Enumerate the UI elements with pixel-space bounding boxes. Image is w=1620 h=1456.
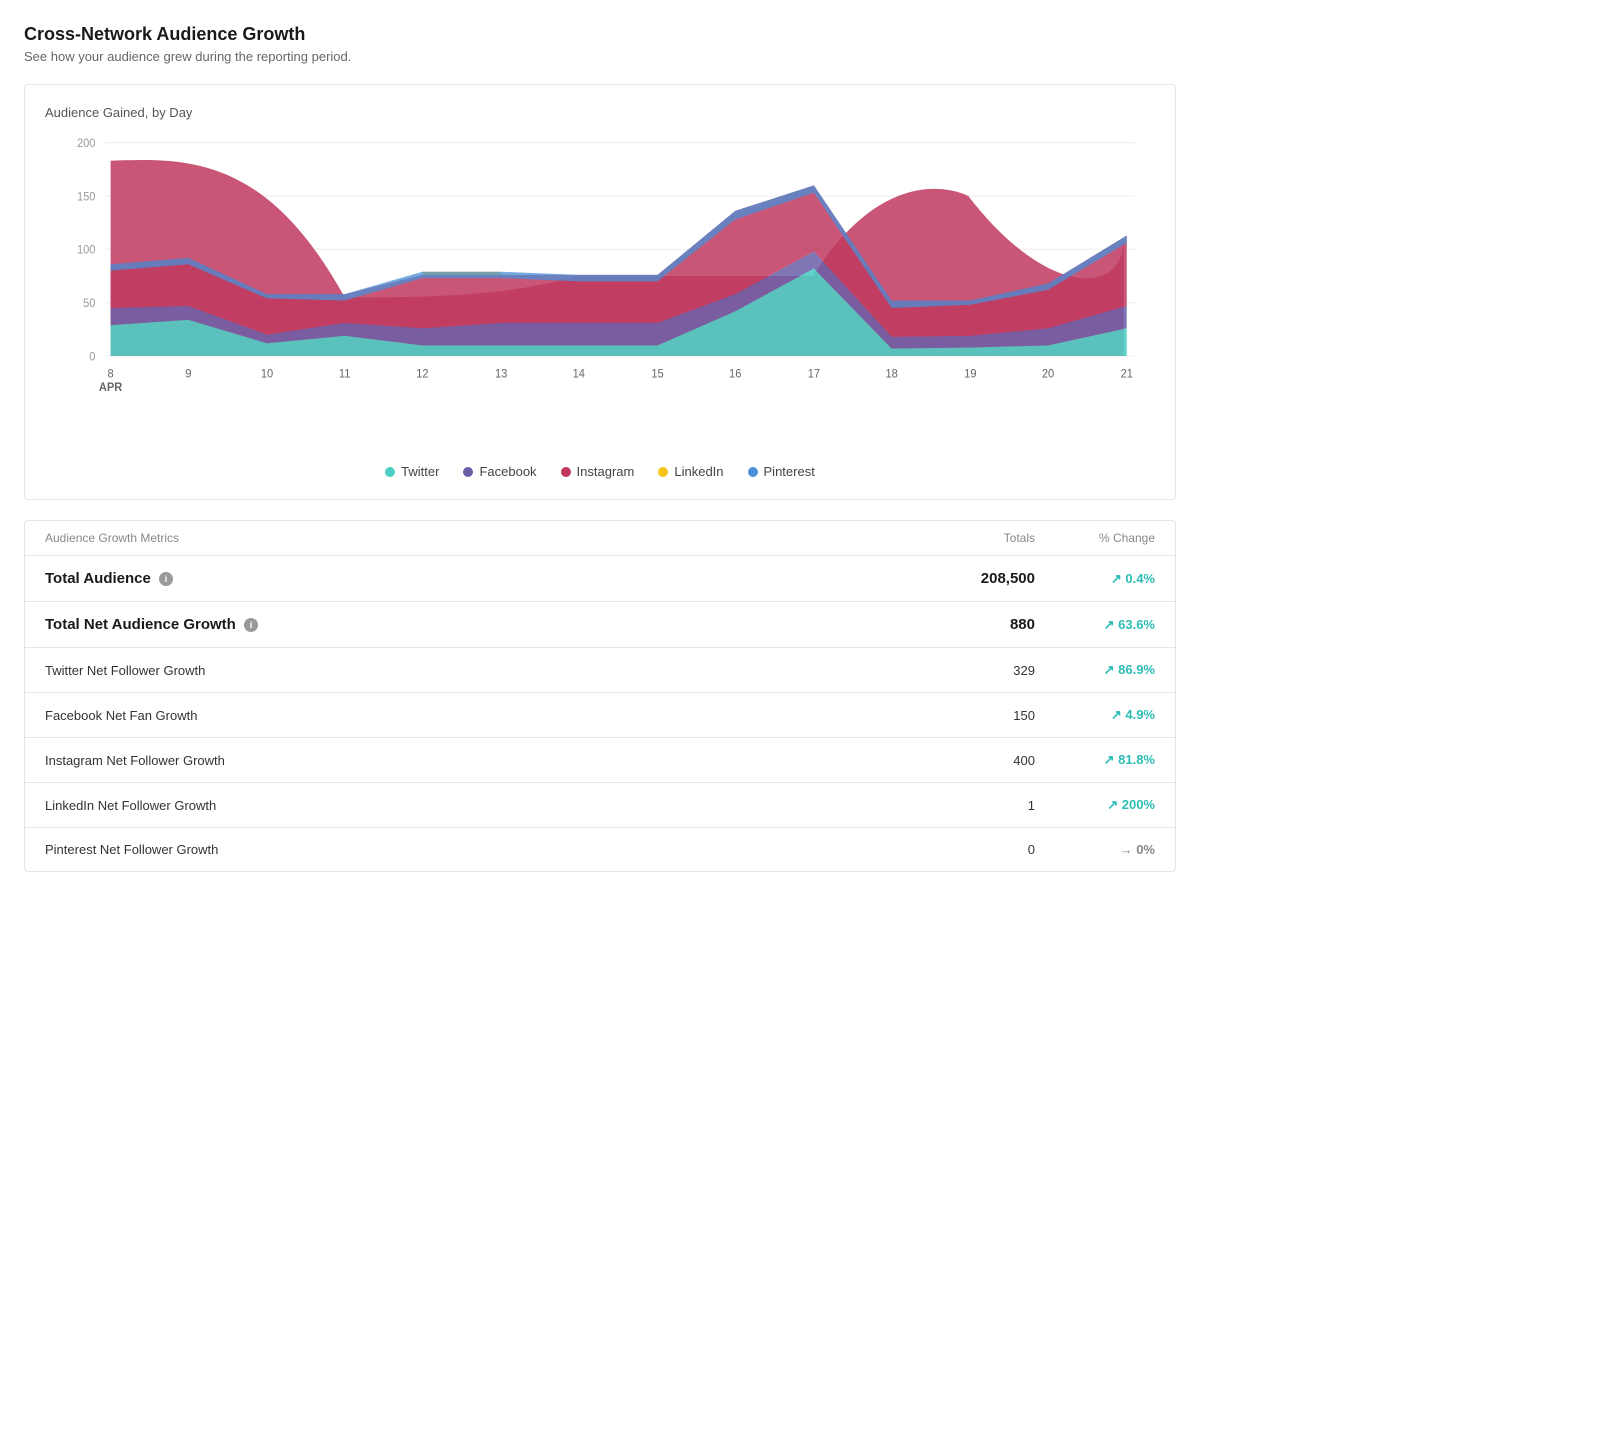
svg-text:50: 50 [83,298,95,310]
header-label: Audience Growth Metrics [45,531,915,545]
svg-text:17: 17 [808,368,820,380]
header-change: % Change [1035,531,1155,545]
row-twitter: Twitter Net Follower Growth 329 ↗ 86.9% [25,648,1175,693]
row-total-value-4: 400 [915,753,1035,768]
chart-y-label: Audience Gained, by Day [45,105,1155,120]
chart-legend: Twitter Facebook Instagram LinkedIn Pint… [45,464,1155,479]
row-change-6: → 0% [1035,842,1155,857]
legend-pinterest: Pinterest [748,464,815,479]
legend-facebook: Facebook [463,464,536,479]
row-total-value-5: 1 [915,798,1035,813]
svg-text:18: 18 [885,368,897,380]
row-change-1: ↗ 63.6% [1035,617,1155,633]
row-label-pinterest: Pinterest Net Follower Growth [45,842,915,857]
row-total-value-3: 150 [915,708,1035,723]
page-title: Cross-Network Audience Growth [24,24,1176,45]
svg-text:11: 11 [339,368,351,380]
metrics-table-header: Audience Growth Metrics Totals % Change [25,521,1175,556]
row-label-instagram: Instagram Net Follower Growth [45,753,915,768]
svg-text:10: 10 [261,368,273,380]
row-total-net-growth: Total Net Audience Growth i 880 ↗ 63.6% [25,602,1175,648]
row-total-value-6: 0 [915,842,1035,857]
row-label-twitter: Twitter Net Follower Growth [45,663,915,678]
svg-text:16: 16 [729,368,741,380]
header-totals: Totals [915,531,1035,545]
row-label-total-net-growth: Total Net Audience Growth i [45,616,915,633]
svg-text:19: 19 [964,368,976,380]
info-icon-net-growth: i [244,618,258,632]
row-instagram: Instagram Net Follower Growth 400 ↗ 81.8… [25,738,1175,783]
row-total-value-0: 208,500 [915,570,1035,587]
row-label-linkedin: LinkedIn Net Follower Growth [45,798,915,813]
row-label-total-audience: Total Audience i [45,570,915,587]
info-icon-total-audience: i [159,572,173,586]
row-change-3: ↗ 4.9% [1035,707,1155,723]
legend-linkedin: LinkedIn [658,464,723,479]
svg-text:200: 200 [77,138,95,150]
svg-text:20: 20 [1042,368,1054,380]
legend-twitter: Twitter [385,464,439,479]
chart-container: 200 150 100 50 0 [45,132,1155,452]
row-total-audience: Total Audience i 208,500 ↗ 0.4% [25,556,1175,602]
row-label-facebook: Facebook Net Fan Growth [45,708,915,723]
legend-instagram: Instagram [561,464,635,479]
svg-text:100: 100 [77,244,95,256]
row-facebook: Facebook Net Fan Growth 150 ↗ 4.9% [25,693,1175,738]
svg-text:15: 15 [651,368,663,380]
svg-text:21: 21 [1121,368,1133,380]
svg-text:8: 8 [108,368,114,380]
row-pinterest: Pinterest Net Follower Growth 0 → 0% [25,828,1175,871]
chart-section: Audience Gained, by Day 200 150 100 50 0 [24,84,1176,500]
row-change-4: ↗ 81.8% [1035,752,1155,768]
page-subtitle: See how your audience grew during the re… [24,49,1176,64]
svg-text:150: 150 [77,191,95,203]
row-total-value-1: 880 [915,616,1035,633]
row-change-5: ↗ 200% [1035,797,1155,813]
svg-text:0: 0 [89,351,95,363]
row-linkedin: LinkedIn Net Follower Growth 1 ↗ 200% [25,783,1175,828]
svg-text:14: 14 [573,368,586,380]
row-change-0: ↗ 0.4% [1035,571,1155,587]
svg-text:13: 13 [495,368,507,380]
svg-text:9: 9 [185,368,191,380]
svg-text:12: 12 [416,368,428,380]
area-chart: 200 150 100 50 0 [45,132,1155,452]
svg-text:APR: APR [99,382,122,394]
row-total-value-2: 329 [915,663,1035,678]
metrics-table: Audience Growth Metrics Totals % Change … [24,520,1176,872]
row-change-2: ↗ 86.9% [1035,662,1155,678]
